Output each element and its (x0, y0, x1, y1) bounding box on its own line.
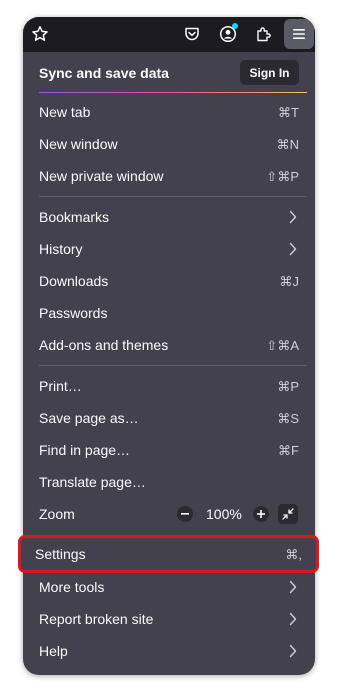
menu-item-downloads[interactable]: Downloads ⌘J (23, 266, 315, 296)
menu-item-more-tools[interactable]: More tools (23, 572, 315, 602)
menu-item-print[interactable]: Print… ⌘P (23, 371, 315, 401)
account-button[interactable] (213, 19, 243, 49)
zoom-in-button[interactable] (253, 506, 269, 522)
menu-item-label: More tools (39, 579, 105, 595)
menu-item-help[interactable]: Help (23, 636, 315, 666)
sync-title: Sync and save data (39, 65, 169, 81)
chevron-right-icon (289, 580, 297, 594)
menu-separator (39, 365, 307, 366)
chevron-right-icon (289, 612, 297, 626)
chevron-right-icon (289, 644, 297, 658)
menu-item-passwords[interactable]: Passwords (23, 298, 315, 328)
menu-item-settings[interactable]: Settings ⌘, (18, 535, 319, 573)
bookmark-star-button[interactable] (25, 19, 55, 49)
menu-item-addons-themes[interactable]: Add-ons and themes ⇧⌘A (23, 330, 315, 360)
sync-section[interactable]: Sync and save data Sign In (23, 52, 315, 94)
fullscreen-icon (282, 508, 294, 520)
sign-in-button[interactable]: Sign In (240, 60, 299, 85)
chevron-right-icon (289, 242, 297, 256)
menu-item-new-tab[interactable]: New tab ⌘T (23, 97, 315, 127)
zoom-value[interactable]: 100% (206, 506, 242, 522)
menu-item-shortcut: ⌘J (279, 274, 300, 289)
menu-item-new-window[interactable]: New window ⌘N (23, 129, 315, 159)
menu-item-report-broken-site[interactable]: Report broken site (23, 604, 315, 634)
menu-item-shortcut: ⌘P (277, 379, 299, 394)
menu-separator (39, 196, 307, 197)
extensions-icon (257, 27, 271, 42)
menu-item-zoom: Zoom 100% (23, 499, 315, 529)
menu-item-label: Bookmarks (39, 209, 110, 225)
pocket-icon (185, 27, 199, 41)
menu-item-label: Translate page… (39, 474, 146, 490)
menu-item-shortcut: ⌘S (277, 411, 299, 426)
menu-item-shortcut: ⌘, (285, 547, 302, 562)
menu-item-label: History (39, 241, 83, 257)
menu-item-label: Find in page… (39, 442, 131, 458)
menu-item-bookmarks[interactable]: Bookmarks (23, 202, 315, 232)
menu-item-shortcut: ⌘N (276, 137, 299, 152)
menu-item-label: Settings (35, 546, 86, 562)
menu-item-label: New private window (39, 168, 164, 184)
browser-toolbar (23, 17, 315, 52)
extensions-button[interactable] (249, 19, 279, 49)
menu-item-translate-page[interactable]: Translate page… (23, 467, 315, 497)
menu-item-label: Save page as… (39, 410, 139, 426)
hamburger-menu-icon (293, 29, 305, 39)
menu-item-new-private-window[interactable]: New private window ⇧⌘P (23, 161, 315, 191)
chevron-right-icon (289, 210, 297, 224)
menu-item-label: Print… (39, 378, 82, 394)
notification-dot (232, 23, 238, 29)
menu-item-label: Help (39, 643, 68, 659)
menu-item-label: New tab (39, 104, 91, 120)
menu-item-shortcut: ⌘F (278, 443, 299, 458)
minus-icon (181, 513, 189, 515)
menu-item-label: New window (39, 136, 118, 152)
menu-item-shortcut: ⇧⌘A (266, 338, 299, 353)
plus-icon (257, 510, 265, 518)
pocket-button[interactable] (177, 19, 207, 49)
star-icon (32, 26, 48, 41)
menu-item-history[interactable]: History (23, 234, 315, 264)
sync-gradient-divider (39, 92, 307, 93)
app-menu-panel: Sync and save data Sign In New tab ⌘T Ne… (23, 17, 315, 675)
menu-item-label: Report broken site (39, 611, 154, 627)
zoom-out-button[interactable] (177, 506, 193, 522)
menu-item-shortcut: ⌘T (278, 105, 299, 120)
menu-item-label: Downloads (39, 273, 109, 289)
menu-item-label: Add-ons and themes (39, 337, 169, 353)
zoom-controls: 100% (23, 504, 315, 524)
menu-item-label: Passwords (39, 305, 108, 321)
menu-item-shortcut: ⇧⌘P (266, 169, 299, 184)
menu-item-save-page[interactable]: Save page as… ⌘S (23, 403, 315, 433)
menu-item-find-in-page[interactable]: Find in page… ⌘F (23, 435, 315, 465)
fullscreen-button[interactable] (278, 504, 298, 524)
app-menu-button[interactable] (284, 19, 314, 49)
